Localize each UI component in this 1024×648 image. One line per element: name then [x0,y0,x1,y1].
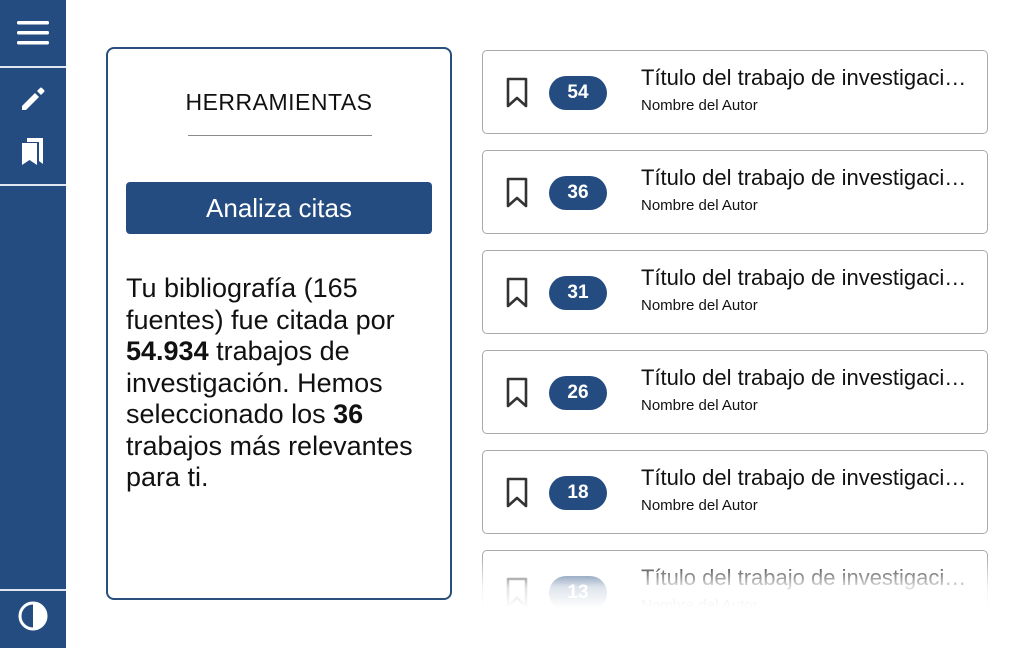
citation-count-badge: 36 [549,176,607,210]
paper-author: Nombre del Autor [641,97,758,114]
paper-author: Nombre del Autor [641,497,758,514]
bookmark-icon[interactable] [505,377,529,409]
citation-count-badge: 13 [549,576,607,608]
paper-author: Nombre del Autor [641,397,758,414]
app-root: HERRAMIENTAS Analiza citas Tu bibliograf… [0,0,1024,648]
citation-count-badge: 26 [549,376,607,410]
list-item[interactable]: 13 Título del trabajo de investigación… … [482,550,988,608]
paper-author: Nombre del Autor [641,597,758,608]
paper-title[interactable]: Título del trabajo de investigación… [641,365,977,391]
summary-text: trabajos más relevantes para ti. [126,430,413,493]
bookmark-icon[interactable] [505,477,529,509]
paper-title[interactable]: Título del trabajo de investigación… [641,65,977,91]
theme-toggle-button[interactable] [0,591,66,641]
list-item[interactable]: 18 Título del trabajo de investigación… … [482,450,988,534]
bookmark-icon[interactable] [505,177,529,209]
list-item[interactable]: 26 Título del trabajo de investigación… … [482,350,988,434]
citing-count: 54.934 [126,336,209,366]
tools-divider [188,135,372,136]
sidebar-divider [0,66,66,68]
bookmark-icon[interactable] [505,277,529,309]
pencil-icon [22,87,45,110]
paper-title[interactable]: Título del trabajo de investigación… [641,465,977,491]
paper-title[interactable]: Título del trabajo de investigación… [641,565,977,591]
hamburger-menu-icon [17,21,49,45]
edit-button[interactable] [0,76,66,122]
citation-count-badge: 31 [549,276,607,310]
list-item[interactable]: 31 Título del trabajo de investigación… … [482,250,988,334]
sidebar [0,0,66,648]
citation-count-badge: 18 [549,476,607,510]
contrast-icon [18,601,48,631]
summary-text: Tu bibliografía (165 fuentes) fue citada… [126,273,395,335]
tools-title: HERRAMIENTAS [185,89,373,115]
citation-count-badge: 54 [549,76,607,110]
sidebar-divider [0,184,66,186]
list-item[interactable]: 54 Título del trabajo de investigación… … [482,50,988,134]
list-item[interactable]: 36 Título del trabajo de investigación… … [482,150,988,234]
paper-author: Nombre del Autor [641,297,758,314]
bookmark-icon[interactable] [505,77,529,109]
books-icon [22,138,43,165]
bibliography-summary: Tu bibliografía (165 fuentes) fue citada… [126,273,426,494]
paper-title[interactable]: Título del trabajo de investigación… [641,265,977,291]
analyze-citations-button[interactable]: Analiza citas [126,182,432,234]
library-button[interactable] [0,128,66,174]
paper-list: 54 Título del trabajo de investigación… … [482,48,988,608]
menu-button[interactable] [0,0,66,66]
bookmark-icon[interactable] [505,577,529,608]
selected-count: 36 [333,399,364,429]
tools-panel: HERRAMIENTAS Analiza citas Tu bibliograf… [106,47,452,600]
paper-author: Nombre del Autor [641,197,758,214]
paper-title[interactable]: Título del trabajo de investigación… [641,165,977,191]
